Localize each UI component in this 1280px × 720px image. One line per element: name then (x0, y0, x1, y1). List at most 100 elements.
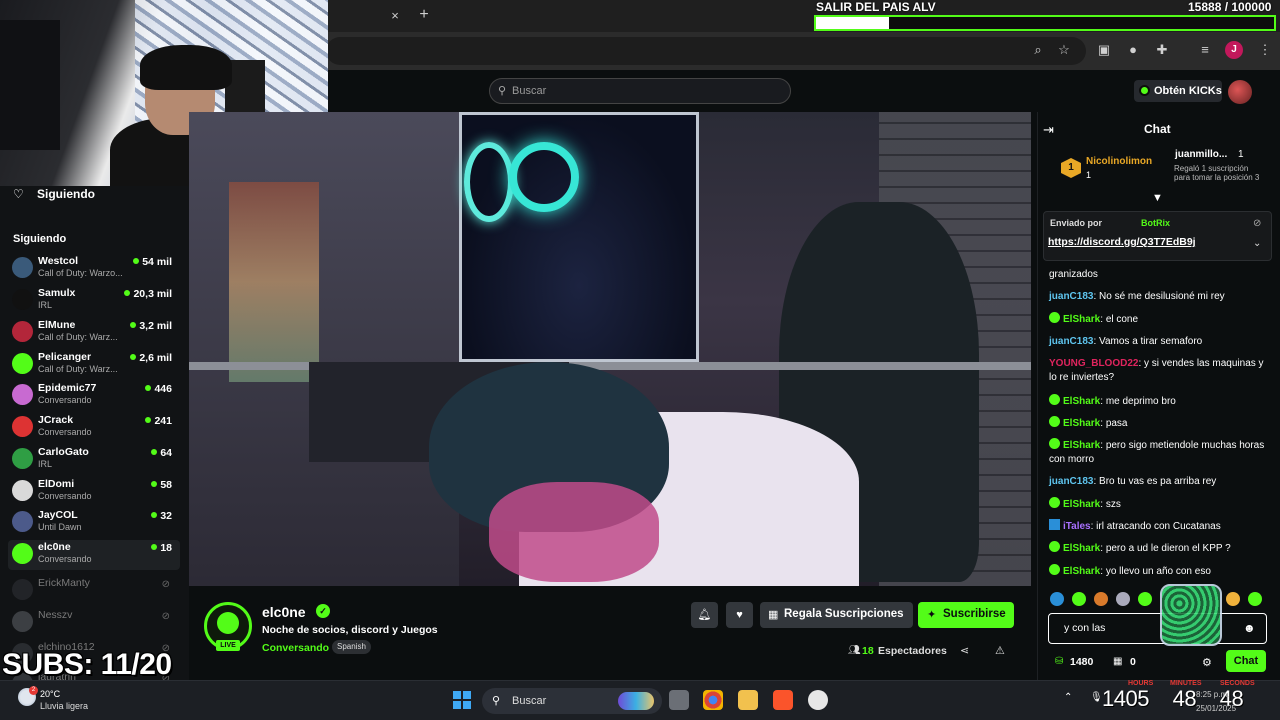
browser-profile-avatar[interactable]: J (1225, 41, 1243, 59)
weather-alert-badge: 2 (29, 686, 38, 695)
address-bar[interactable] (326, 37, 1086, 65)
sidebar-channel-eldomi[interactable]: ElDomi Conversando 58 (8, 477, 180, 507)
brave-icon[interactable] (773, 690, 793, 710)
chat-text: No sé me desilusioné mi rey (1099, 291, 1225, 302)
chat-message: juanC183: Bro tu vas es pa arriba rey (1049, 475, 1271, 489)
chat-username[interactable]: ElShark (1063, 314, 1100, 325)
emote-icon[interactable] (1094, 592, 1108, 606)
subscriber-badge-icon (1049, 564, 1060, 575)
chat-send-button[interactable]: Chat (1226, 650, 1266, 672)
channel-viewer-count: 241 (145, 415, 172, 427)
chrome-icon[interactable] (703, 690, 723, 710)
obs-icon[interactable] (808, 690, 828, 710)
sidebar-channel-jcrack[interactable]: JCrack Conversando 241 (8, 413, 180, 443)
sidebar-following-nav[interactable]: Siguiendo (37, 187, 95, 201)
task-view-icon[interactable] (669, 690, 689, 710)
top-gifter-name[interactable]: Nicolinolimon (1086, 156, 1152, 167)
channel-avatar (12, 353, 33, 374)
chat-username[interactable]: ElShark (1063, 396, 1100, 407)
sidebar-offline-channel[interactable]: Nesszv ⊘ (8, 608, 180, 632)
channel-viewer-count: 32 (151, 510, 172, 522)
language-tag[interactable]: Spanish (332, 640, 371, 654)
chat-message: granizados (1049, 268, 1271, 282)
chat-text: irl atracando con Cucatanas (1096, 521, 1221, 532)
emote-icon[interactable] (1226, 592, 1240, 606)
media-control-icon[interactable]: ≡ (1196, 41, 1214, 59)
channel-category: IRL (38, 300, 53, 310)
microphone-icon[interactable]: 🎙︎ (1090, 692, 1103, 703)
zoom-icon[interactable]: ⌕ (1029, 41, 1047, 59)
emote-icon[interactable] (1072, 592, 1086, 606)
chat-text: yo llevo un año con eso (1105, 566, 1211, 577)
emote-icon[interactable] (1050, 592, 1064, 606)
chat-message: ElShark: el cone (1049, 312, 1271, 327)
video-player[interactable] (189, 112, 1031, 586)
picture-in-picture-icon[interactable]: ▣ (1095, 41, 1113, 59)
chat-title: Chat (1144, 122, 1171, 136)
chat-username[interactable]: iTales (1063, 521, 1091, 532)
channel-viewer-count: 58 (151, 479, 172, 491)
chat-message: juanC183: No sé me desilusioné mi rey (1049, 290, 1271, 304)
emote-icon[interactable] (1248, 592, 1262, 606)
search-icon: ⚲ (492, 695, 501, 707)
user-avatar[interactable] (1228, 80, 1252, 104)
gift-jar-overlay (1160, 584, 1222, 646)
extension-icon[interactable]: ● (1124, 41, 1142, 59)
share-icon[interactable]: ⋖ (960, 644, 969, 657)
star-icon: ✦ (927, 609, 937, 621)
sidebar-channel-samulx[interactable]: Samulx IRL 20,3 mil (8, 286, 180, 316)
pinned-bot-name[interactable]: BotRix (1141, 218, 1170, 228)
emoji-picker-icon[interactable]: ☻ (1243, 621, 1256, 635)
sidebar-channel-pelicanger[interactable]: Pelicanger Call of Duty: Warz... 2,6 mil (8, 350, 180, 380)
chat-message: YOUNG_BLOOD22: y si vendes las maquinas … (1049, 357, 1271, 385)
chat-username[interactable]: juanC183 (1049, 291, 1093, 302)
chat-username[interactable]: ElShark (1063, 543, 1100, 554)
chat-username[interactable]: YOUNG_BLOOD22 (1049, 358, 1138, 369)
sidebar-channel-westcol[interactable]: Westcol Call of Duty: Warzo... 54 mil (8, 254, 180, 284)
chevron-down-icon[interactable]: ⌄ (1253, 238, 1261, 249)
emote-icon[interactable] (1138, 592, 1152, 606)
sidebar-offline-channel[interactable]: ErickManty ⊘ (8, 576, 180, 600)
expand-arrow-icon[interactable]: ▼ (1152, 192, 1163, 204)
gift-balance: 0 (1130, 656, 1136, 668)
recent-gifter-name[interactable]: juanmillo... (1175, 149, 1227, 160)
channel-avatar (12, 257, 33, 278)
discord-link[interactable]: https://discord.gg/Q3T7EdB9j (1048, 236, 1196, 248)
sidebar-channel-carlogato[interactable]: CarloGato IRL 64 (8, 445, 180, 475)
unpin-icon[interactable]: ⊘ (1253, 218, 1261, 229)
sidebar-channel-jaycol[interactable]: JayCOL Until Dawn 32 (8, 508, 180, 538)
subscriber-badge-icon (1049, 497, 1060, 508)
follow-heart-button[interactable]: ♥ (726, 602, 753, 628)
bookmark-star-icon[interactable]: ☆ (1055, 41, 1073, 59)
chat-username[interactable]: ElShark (1063, 499, 1100, 510)
windows-start-icon[interactable] (453, 691, 471, 709)
file-explorer-icon[interactable] (738, 690, 758, 710)
tray-overflow-icon[interactable]: ⌃ (1064, 692, 1072, 703)
subscriber-badge-icon (1049, 541, 1060, 552)
chat-username[interactable]: juanC183 (1049, 476, 1093, 487)
sidebar-channel-epidemic77[interactable]: Epidemic77 Conversando 446 (8, 381, 180, 411)
sidebar-channel-elc0ne[interactable]: elc0ne Conversando 18 (8, 540, 180, 570)
streamer-name[interactable]: elc0ne (262, 604, 306, 620)
new-tab-button[interactable]: + (416, 6, 432, 24)
collapse-chat-icon[interactable]: ⇥ (1043, 122, 1054, 138)
puzzle-icon[interactable]: ✚ (1153, 41, 1171, 59)
report-icon[interactable]: ⚠ (995, 644, 1005, 657)
notification-bell-button[interactable]: 🔔︎ (691, 602, 718, 628)
emote-icon[interactable] (1116, 592, 1130, 606)
offline-icon: ⊘ (161, 579, 170, 590)
channel-name: ErickManty (38, 577, 90, 589)
chat-text: Bro tu vas es pa arriba rey (1099, 476, 1217, 487)
chat-username[interactable]: juanC183 (1049, 336, 1093, 347)
tab-close-button[interactable]: × (388, 8, 402, 24)
chat-settings-icon[interactable]: ⚙ (1202, 656, 1212, 669)
chat-username[interactable]: ElShark (1063, 418, 1100, 429)
channel-category: Conversando (38, 554, 92, 564)
chat-username[interactable]: ElShark (1063, 440, 1100, 451)
stream-category[interactable]: Conversando (262, 642, 329, 654)
sidebar-channel-elmune[interactable]: ElMune Call of Duty: Warz... 3,2 mil (8, 318, 180, 348)
browser-menu-icon[interactable]: ⋮ (1256, 41, 1274, 59)
gift-subs-label: Regala Suscripciones (784, 608, 904, 620)
chat-username[interactable]: ElShark (1063, 566, 1100, 577)
streamer-logo-icon (217, 612, 239, 634)
